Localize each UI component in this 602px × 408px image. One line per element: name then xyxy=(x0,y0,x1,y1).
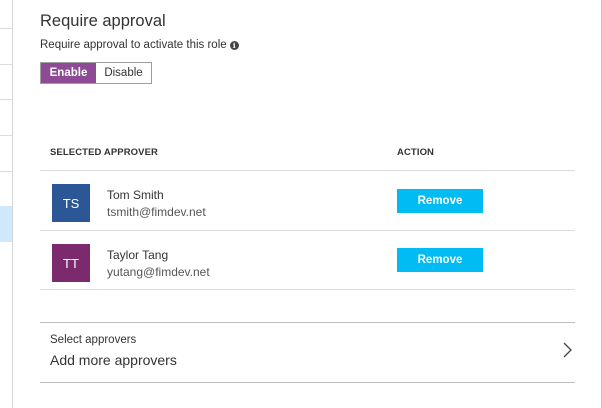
info-icon[interactable]: i xyxy=(229,40,239,50)
row-divider xyxy=(40,289,575,290)
approver-name: Taylor Tang xyxy=(107,248,169,262)
approver-email: tsmith@fimdev.net xyxy=(107,205,206,219)
select-approvers-selector[interactable]: Select approvers Add more approvers xyxy=(40,323,575,382)
chevron-right-icon[interactable] xyxy=(561,342,573,358)
subtitle-text: Require approval to activate this role xyxy=(40,39,227,51)
selected-list-item-edge[interactable] xyxy=(0,206,12,242)
avatar: TS xyxy=(52,184,90,222)
approver-email: yutang@fimdev.net xyxy=(107,265,210,279)
approval-toggle: Enable Disable xyxy=(40,62,152,84)
disable-button[interactable]: Disable xyxy=(96,63,151,83)
select-approvers-label: Select approvers xyxy=(50,334,137,346)
left-panel-edge xyxy=(0,0,13,408)
avatar: TT xyxy=(52,244,90,282)
remove-button[interactable]: Remove xyxy=(397,248,483,272)
approver-name: Tom Smith xyxy=(107,188,164,202)
table-row: TT Taylor Tang yutang@fimdev.net Remove xyxy=(40,231,575,289)
column-header-approver: SELECTED APPROVER xyxy=(50,147,158,158)
select-approvers-value: Add more approvers xyxy=(50,352,177,368)
table-row: TS Tom Smith tsmith@fimdev.net Remove xyxy=(40,171,575,229)
section-title: Require approval xyxy=(40,12,166,30)
column-header-action: ACTION xyxy=(397,147,435,158)
section-subtitle: Require approval to activate this role i xyxy=(40,39,239,51)
select-bottom-divider xyxy=(40,382,575,383)
enable-button[interactable]: Enable xyxy=(41,63,96,83)
remove-button[interactable]: Remove xyxy=(397,189,483,213)
